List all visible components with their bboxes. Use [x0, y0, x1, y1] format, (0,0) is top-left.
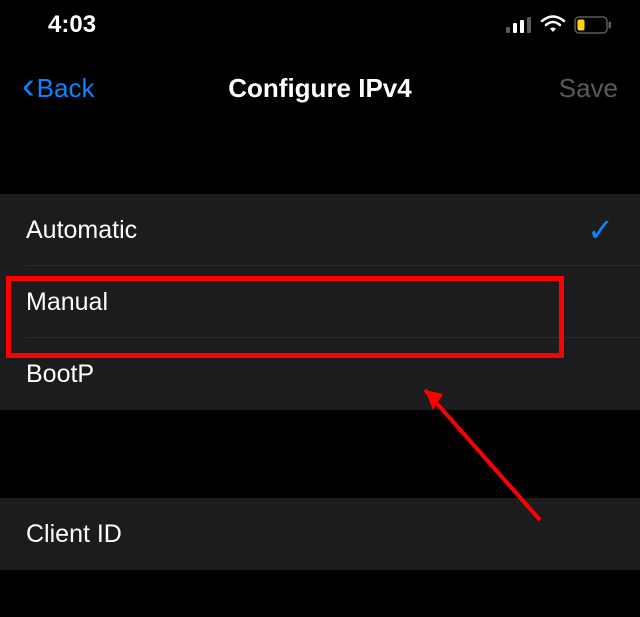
wifi-icon	[540, 15, 566, 35]
chevron-left-icon: ‹	[22, 67, 35, 105]
options-list: Automatic ✓ Manual BootP	[0, 194, 640, 410]
battery-icon	[574, 16, 612, 34]
back-label: Back	[37, 73, 95, 104]
status-icons	[506, 15, 612, 35]
spacer	[0, 126, 640, 194]
option-manual[interactable]: Manual	[0, 266, 640, 338]
option-label: Automatic	[26, 216, 137, 245]
save-button[interactable]: Save	[559, 73, 618, 104]
option-automatic[interactable]: Automatic ✓	[0, 194, 640, 266]
status-bar: 4:03	[0, 0, 640, 50]
option-label: Manual	[26, 288, 108, 317]
spacer	[0, 410, 640, 498]
client-id-section: Client ID	[0, 498, 640, 570]
page-title: Configure IPv4	[228, 73, 411, 104]
cellular-signal-icon	[506, 17, 532, 33]
client-id-label: Client ID	[26, 520, 122, 549]
client-id-field[interactable]: Client ID	[0, 498, 640, 570]
option-bootp[interactable]: BootP	[0, 338, 640, 410]
back-button[interactable]: ‹ Back	[22, 71, 94, 105]
navigation-bar: ‹ Back Configure IPv4 Save	[0, 50, 640, 126]
status-time: 4:03	[48, 11, 96, 39]
checkmark-icon: ✓	[587, 211, 614, 249]
option-label: BootP	[26, 360, 94, 389]
